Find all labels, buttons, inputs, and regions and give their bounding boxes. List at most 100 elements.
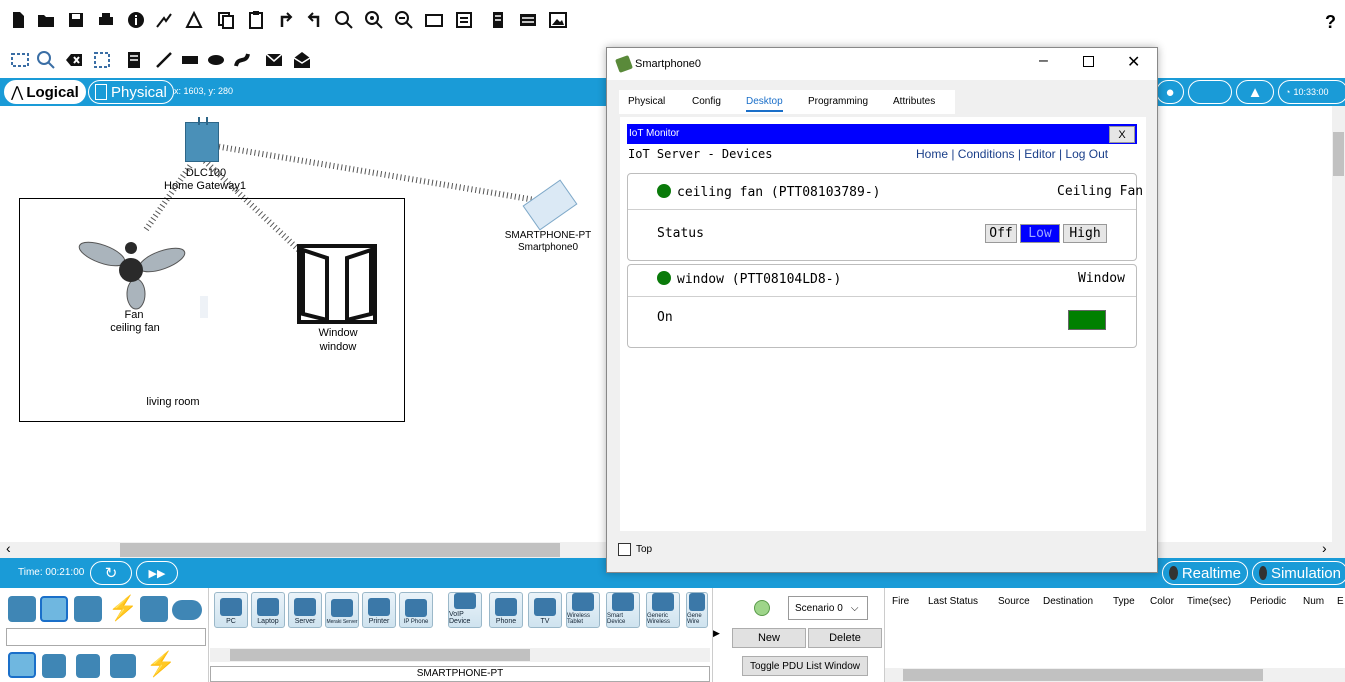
vertical-scrollbar[interactable] (1332, 106, 1345, 542)
device-ip-phone[interactable]: IP Phone (399, 592, 433, 628)
tab-programming[interactable]: Programming (808, 96, 868, 107)
misc-category-icon[interactable] (140, 596, 168, 622)
draw-line-icon[interactable] (154, 50, 174, 70)
draw-rectangle-icon[interactable] (180, 50, 200, 70)
tab-physical[interactable]: Physical (628, 96, 665, 107)
server-rack-icon[interactable] (518, 10, 538, 30)
realtime-mode-button[interactable]: Realtime (1162, 561, 1248, 585)
device-server[interactable]: Server (288, 592, 322, 628)
logical-tab[interactable]: ⋀ Logical (4, 80, 86, 104)
end-devices-category-icon[interactable] (40, 596, 68, 622)
components-category-icon[interactable] (74, 596, 102, 622)
cursor-coordinates: x: 1603, y: 280 (174, 86, 234, 96)
ceiling-fan-icon[interactable] (76, 228, 188, 310)
device-laptop[interactable]: Laptop (251, 592, 285, 628)
help-icon[interactable]: ? (1325, 12, 1336, 33)
pdu-list-scrollbar[interactable] (885, 668, 1345, 682)
close-icon[interactable]: ✕ (1127, 52, 1140, 72)
scenario-select[interactable]: Scenario 0 ⌵ (788, 596, 868, 620)
redo-icon[interactable] (304, 10, 324, 30)
fan-low-button[interactable]: Low (1020, 224, 1060, 243)
top-checkbox[interactable] (618, 543, 631, 556)
drawing-palette-icon[interactable] (424, 10, 444, 30)
custom-device-icon[interactable] (454, 10, 474, 30)
horizontal-scroll-thumb[interactable] (120, 543, 560, 557)
connections-category-icon[interactable]: ⚡ (108, 594, 138, 623)
select-icon[interactable] (10, 50, 30, 70)
fast-forward-button[interactable]: ▶▶ (136, 561, 178, 585)
fan-off-button[interactable]: Off (985, 224, 1017, 243)
simulation-mode-button[interactable]: Simulation (1252, 561, 1345, 585)
power-cycle-button[interactable]: ↻ (90, 561, 132, 585)
copy-icon[interactable] (216, 10, 236, 30)
device-wireless-tablet[interactable]: Wireless Tablet (566, 592, 600, 628)
pdu-list-icon[interactable] (488, 10, 508, 30)
delete-icon[interactable] (64, 50, 84, 70)
new-scenario-button[interactable]: New (732, 628, 806, 648)
maximize-icon[interactable] (1083, 56, 1094, 67)
device-panel: ⚡ ⚡ PC Laptop Server Meraki Server Print… (0, 588, 1345, 682)
device-tv[interactable]: TV (528, 592, 562, 628)
window-device-icon[interactable] (297, 244, 377, 324)
simple-pdu-icon[interactable] (264, 50, 284, 70)
device-pc[interactable]: PC (214, 592, 248, 628)
device-scrollbar[interactable] (210, 648, 710, 662)
image-icon[interactable] (548, 10, 568, 30)
fan-high-button[interactable]: High (1063, 224, 1107, 243)
iot-close-button[interactable]: X (1109, 126, 1135, 143)
minimize-icon[interactable]: – (1039, 52, 1048, 70)
resize-icon[interactable] (92, 50, 112, 70)
network-wizard-icon[interactable] (154, 10, 174, 30)
tab-attributes[interactable]: Attributes (893, 96, 935, 107)
save-icon[interactable] (66, 10, 86, 30)
industrial-subcategory-icon[interactable] (110, 654, 136, 678)
tab-desktop[interactable]: Desktop (746, 96, 783, 112)
device-smart-device[interactable]: Smart Device (606, 592, 640, 628)
network-devices-category-icon[interactable] (8, 596, 36, 622)
expand-icon[interactable]: ▶ (713, 628, 720, 639)
device-phone[interactable]: Phone (489, 592, 523, 628)
environment-button[interactable] (1188, 80, 1232, 104)
end-devices-subcategory-icon[interactable] (8, 652, 36, 678)
toggle-pdu-list-button[interactable]: Toggle PDU List Window (742, 656, 868, 676)
info-icon[interactable] (126, 10, 146, 30)
col-edit: E (1337, 596, 1344, 607)
new-file-icon[interactable] (8, 10, 28, 30)
scroll-left-icon[interactable]: ‹ (6, 540, 11, 556)
device-printer[interactable]: Printer (362, 592, 396, 628)
zoom-out-icon[interactable] (394, 10, 414, 30)
landscape-icon[interactable]: ▲ (1236, 80, 1274, 104)
note-icon[interactable] (124, 50, 144, 70)
device-generic-wireless[interactable]: Generic Wireless (646, 592, 680, 628)
complex-pdu-icon[interactable] (292, 50, 312, 70)
window-titlebar[interactable]: Smartphone0 – ✕ (607, 48, 1157, 80)
home-subcategory-icon[interactable] (42, 654, 66, 678)
scenario-info-icon[interactable] (754, 600, 770, 616)
device-generic-wired[interactable]: Gene Wire (686, 592, 708, 628)
vertical-scroll-thumb[interactable] (1333, 132, 1344, 176)
zoom-reset-icon[interactable] (364, 10, 384, 30)
col-destination: Destination (1043, 596, 1094, 607)
iot-nav-links[interactable]: Home | Conditions | Editor | Log Out (916, 147, 1108, 161)
open-folder-icon[interactable] (36, 10, 56, 30)
viewport-icon[interactable]: ● (1156, 80, 1184, 104)
home-gateway-device[interactable] (185, 117, 219, 162)
zoom-in-icon[interactable] (334, 10, 354, 30)
multiuser-category-icon[interactable] (172, 600, 202, 620)
undo-icon[interactable] (276, 10, 296, 30)
smart-city-subcategory-icon[interactable] (76, 654, 100, 678)
draw-ellipse-icon[interactable] (206, 50, 226, 70)
device-voip[interactable]: VoIP Device (448, 592, 482, 628)
freeform-icon[interactable] (232, 50, 252, 70)
activity-wizard-icon[interactable] (184, 10, 204, 30)
scroll-right-icon[interactable]: › (1322, 540, 1327, 556)
delete-scenario-button[interactable]: Delete (808, 628, 882, 648)
device-meraki-server[interactable]: Meraki Server (325, 592, 359, 628)
window-state-toggle[interactable] (1068, 310, 1106, 330)
physical-tab[interactable]: Physical (88, 80, 174, 104)
power-grid-subcategory-icon[interactable]: ⚡ (146, 650, 176, 679)
inspect-icon[interactable] (36, 50, 56, 70)
print-icon[interactable] (96, 10, 116, 30)
tab-config[interactable]: Config (692, 96, 721, 107)
paste-icon[interactable] (246, 10, 266, 30)
